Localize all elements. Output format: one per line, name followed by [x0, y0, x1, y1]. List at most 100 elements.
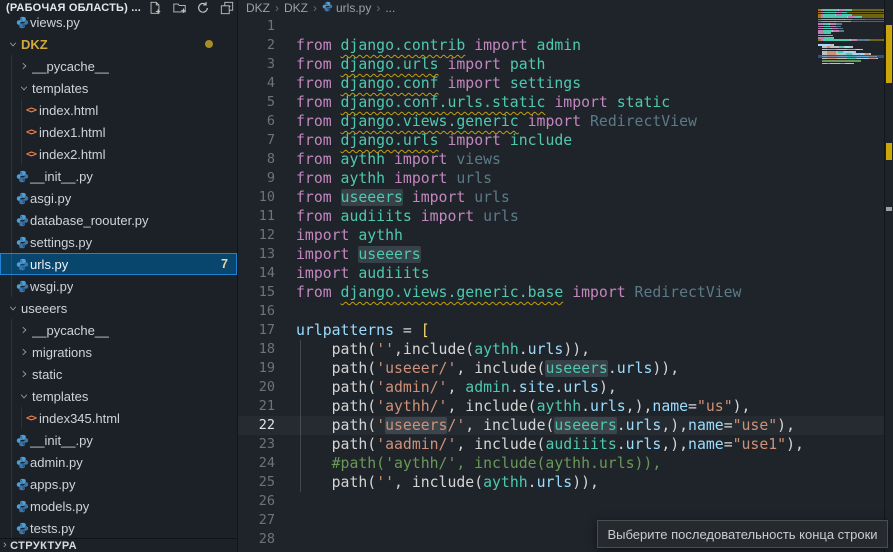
- line-number[interactable]: 22: [238, 416, 275, 435]
- code-line-16[interactable]: 16: [238, 302, 884, 321]
- code-token: .: [608, 360, 617, 377]
- tree-item--init-py[interactable]: __init__.py: [0, 429, 237, 451]
- outline-section-header[interactable]: › СТРУКТУРА: [0, 538, 237, 552]
- tree-folder-templates[interactable]: templates: [0, 77, 237, 99]
- tree-item-database-roouter-py[interactable]: database_roouter.py: [0, 209, 237, 231]
- line-number[interactable]: 27: [238, 511, 275, 530]
- code-line-14[interactable]: 14import audiiits: [238, 264, 884, 283]
- breadcrumb-item[interactable]: DKZ: [284, 1, 308, 15]
- tree-folder--pycache-[interactable]: __pycache__: [0, 319, 237, 341]
- code-line-21[interactable]: 21 path('aythh/', include(aythh.urls,),n…: [238, 397, 884, 416]
- tree-item-apps-py[interactable]: apps.py: [0, 473, 237, 495]
- code-line-18[interactable]: 18 path('',include(aythh.urls)),: [238, 340, 884, 359]
- tree-item-index345-html[interactable]: <>index345.html: [0, 407, 237, 429]
- code-line-10[interactable]: 10from useeers import urls: [238, 188, 884, 207]
- line-number[interactable]: 14: [238, 264, 275, 283]
- chevron-right-icon: [15, 347, 32, 357]
- code-line-7[interactable]: 7from django.urls import include: [238, 131, 884, 150]
- code-line-12[interactable]: 12import aythh: [238, 226, 884, 245]
- code-line-17[interactable]: 17urlpatterns = [: [238, 321, 884, 340]
- code-line-6[interactable]: 6from django.views.generic import Redire…: [238, 112, 884, 131]
- code-line-9[interactable]: 9from aythh import urls: [238, 169, 884, 188]
- code-line-19[interactable]: 19 path('useeer/', include(useeers.urls)…: [238, 359, 884, 378]
- line-number[interactable]: 25: [238, 473, 275, 492]
- minimap[interactable]: [818, 0, 884, 552]
- breadcrumb-label: urls.py: [336, 1, 371, 15]
- refresh-icon[interactable]: [195, 1, 211, 15]
- code-token: urls: [537, 474, 573, 491]
- chevron-right-icon: [15, 369, 32, 379]
- tree-item-settings-py[interactable]: settings.py: [0, 231, 237, 253]
- code-line-5[interactable]: 5from django.conf.urls.static import sta…: [238, 93, 884, 112]
- code-line-15[interactable]: 15from django.views.generic.base import …: [238, 283, 884, 302]
- tree-folder-dkz[interactable]: DKZ: [0, 33, 237, 55]
- tree-folder-templates[interactable]: templates: [0, 385, 237, 407]
- line-number[interactable]: 24: [238, 454, 275, 473]
- code-line-11[interactable]: 11from audiiits import urls: [238, 207, 884, 226]
- line-number[interactable]: 3: [238, 55, 275, 74]
- breadcrumb-item[interactable]: urls.py: [322, 1, 371, 15]
- line-number[interactable]: 1: [238, 17, 275, 36]
- line-number[interactable]: 23: [238, 435, 275, 454]
- code-line-13[interactable]: 13import useeers: [238, 245, 884, 264]
- line-number[interactable]: 4: [238, 74, 275, 93]
- code-line-25[interactable]: 25 path('', include(aythh.urls)),: [238, 473, 884, 492]
- code-token: admin: [528, 37, 581, 54]
- line-number[interactable]: 12: [238, 226, 275, 245]
- tree-item-wsgi-py[interactable]: wsgi.py: [0, 275, 237, 297]
- code-token: django.urls: [341, 132, 439, 149]
- tree-item-urls-py[interactable]: urls.py7: [0, 253, 237, 275]
- tree-folder-useeers[interactable]: useeers: [0, 297, 237, 319]
- line-number[interactable]: 20: [238, 378, 275, 397]
- code-line-26[interactable]: 26: [238, 492, 884, 511]
- tree-folder-migrations[interactable]: migrations: [0, 341, 237, 363]
- line-number[interactable]: 19: [238, 359, 275, 378]
- line-number[interactable]: 28: [238, 530, 275, 549]
- line-number[interactable]: 8: [238, 150, 275, 169]
- tree-item-index1-html[interactable]: <>index1.html: [0, 121, 237, 143]
- line-number[interactable]: 6: [238, 112, 275, 131]
- line-number[interactable]: 2: [238, 36, 275, 55]
- code-line-20[interactable]: 20 path('admin/', admin.site.urls),: [238, 378, 884, 397]
- code-token: urls: [528, 341, 564, 358]
- line-number[interactable]: 26: [238, 492, 275, 511]
- line-number[interactable]: 9: [238, 169, 275, 188]
- line-number[interactable]: 17: [238, 321, 275, 340]
- tree-item-index-html[interactable]: <>index.html: [0, 99, 237, 121]
- code-line-23[interactable]: 23 path('aadmin/', include(audiiits.urls…: [238, 435, 884, 454]
- code-line-2[interactable]: 2from django.contrib import admin: [238, 36, 884, 55]
- tree-item-index2-html[interactable]: <>index2.html: [0, 143, 237, 165]
- tree-item-admin-py[interactable]: admin.py: [0, 451, 237, 473]
- line-number[interactable]: 10: [238, 188, 275, 207]
- new-file-icon[interactable]: [147, 1, 163, 15]
- code-line-22[interactable]: 22 path('useeers/', include(useeers.urls…: [238, 416, 884, 435]
- collapse-all-icon[interactable]: [219, 1, 235, 15]
- tree-item-asgi-py[interactable]: asgi.py: [0, 187, 237, 209]
- code-line-3[interactable]: 3from django.urls import path: [238, 55, 884, 74]
- code-token: name: [688, 436, 724, 453]
- tree-item--init-py[interactable]: __init__.py: [0, 165, 237, 187]
- line-number[interactable]: 18: [238, 340, 275, 359]
- code-token: include: [501, 132, 572, 149]
- code-line-4[interactable]: 4from django.conf import settings: [238, 74, 884, 93]
- breadcrumb-item[interactable]: DKZ: [246, 1, 270, 15]
- tree-folder-static[interactable]: static: [0, 363, 237, 385]
- python-icon: [14, 258, 30, 271]
- line-number[interactable]: 7: [238, 131, 275, 150]
- code-line-24[interactable]: 24 #path('aythh/', include(aythh.urls)),: [238, 454, 884, 473]
- new-folder-icon[interactable]: [171, 1, 187, 15]
- line-number[interactable]: 13: [238, 245, 275, 264]
- tree-folder--pycache-[interactable]: __pycache__: [0, 55, 237, 77]
- line-number[interactable]: 21: [238, 397, 275, 416]
- code-token: RedirectView: [581, 113, 697, 130]
- code-line-1[interactable]: 1: [238, 17, 884, 36]
- tree-item-models-py[interactable]: models.py: [0, 495, 237, 517]
- line-number[interactable]: 5: [238, 93, 275, 112]
- line-number[interactable]: 11: [238, 207, 275, 226]
- code-line-8[interactable]: 8from aythh import views: [238, 150, 884, 169]
- line-number[interactable]: 16: [238, 302, 275, 321]
- breadcrumb-item[interactable]: ...: [385, 1, 395, 15]
- line-number[interactable]: 15: [238, 283, 275, 302]
- explorer-section-header[interactable]: (РАБОЧАЯ ОБЛАСТЬ) ...: [0, 0, 237, 15]
- tree-item-tests-py[interactable]: tests.py: [0, 517, 237, 539]
